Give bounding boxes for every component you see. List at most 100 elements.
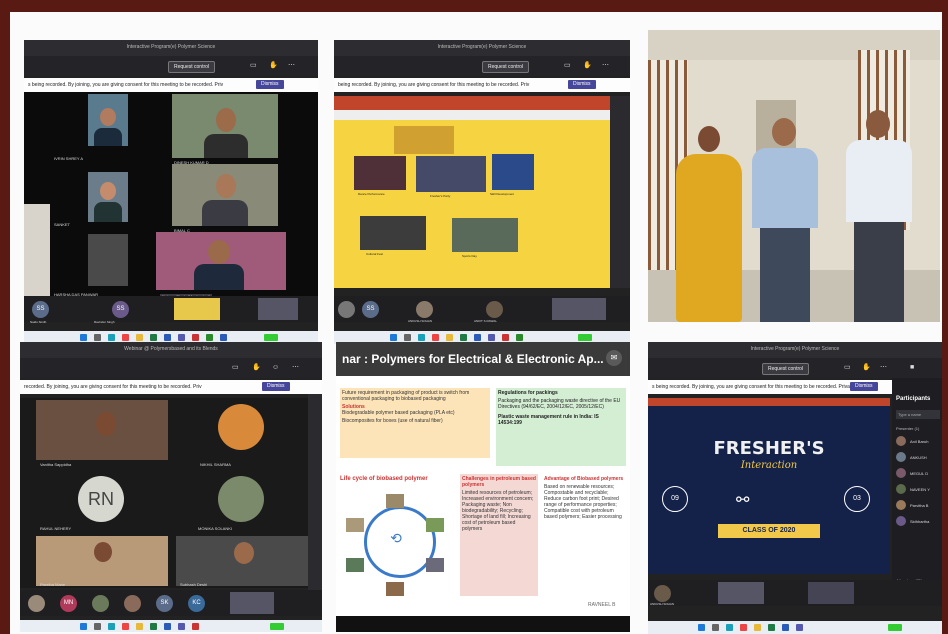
- edge-icon[interactable]: [418, 334, 425, 341]
- participant-name: ANKUSH SOHAN: [408, 319, 433, 323]
- window-title: Interactive Program(e) Polymer Science: [24, 40, 318, 56]
- trousers: [854, 222, 904, 322]
- avatar: SK: [156, 595, 173, 612]
- start-icon[interactable]: [80, 334, 87, 341]
- photo-caption: Sports Day: [462, 254, 477, 258]
- video-grid: Vanitha Sappidha NIKHIL SHARMA RN RAHUL …: [20, 398, 322, 588]
- folder-icon[interactable]: [446, 334, 453, 341]
- dismiss-button[interactable]: Dismiss: [850, 382, 878, 391]
- participant-list-name: Anil Baruh: [910, 439, 929, 444]
- edge-icon[interactable]: [108, 623, 115, 630]
- app-icon[interactable]: [220, 334, 227, 341]
- box-solutions: Future requirement in packaging of produ…: [340, 388, 490, 458]
- bottom-bar: [336, 616, 630, 632]
- video-strip: [610, 96, 630, 288]
- participant-name: NIKHIL SHARMA: [200, 462, 231, 467]
- teams-icon[interactable]: [178, 623, 185, 630]
- box-heading: Regulations for packings: [498, 390, 558, 396]
- folder-icon[interactable]: [136, 623, 143, 630]
- avatar: [896, 468, 906, 478]
- camera-icon[interactable]: ■: [910, 364, 916, 371]
- search-icon[interactable]: [712, 624, 719, 631]
- excel-icon[interactable]: [150, 334, 157, 341]
- raise-hand-icon[interactable]: ✋: [862, 364, 871, 371]
- slide-title-bar: nar : Polymers for Electrical & Electron…: [336, 342, 630, 376]
- word-icon[interactable]: [164, 334, 171, 341]
- participant-video: [24, 204, 50, 306]
- recording-banner: s being recorded. By joining, you are gi…: [648, 380, 892, 394]
- share-icon[interactable]: ▭: [844, 364, 851, 371]
- app-icon[interactable]: [192, 623, 199, 630]
- folder-icon[interactable]: [754, 624, 761, 631]
- cycle-node: [386, 582, 404, 596]
- participant-thumb: [230, 592, 274, 614]
- participant-search[interactable]: Type a name: [896, 410, 940, 419]
- teams-icon[interactable]: [178, 334, 185, 341]
- box-text: Biodegradable polymer based packaging (P…: [342, 410, 455, 416]
- participant-video: [172, 164, 278, 226]
- edge-icon[interactable]: [108, 334, 115, 341]
- chrome-icon[interactable]: [432, 334, 439, 341]
- excel-icon[interactable]: [768, 624, 775, 631]
- app-icon[interactable]: [516, 334, 523, 341]
- search-icon[interactable]: [404, 334, 411, 341]
- participant-avatar-photo: [218, 476, 264, 522]
- head: [866, 110, 890, 138]
- slide-footer: RAVNEEL B: [588, 602, 616, 608]
- participant-avatar-photo: [218, 404, 264, 450]
- teams-icon[interactable]: [488, 334, 495, 341]
- request-control-button[interactable]: Request control: [168, 61, 216, 73]
- folder-icon[interactable]: [136, 334, 143, 341]
- share-icon[interactable]: ▭: [564, 62, 571, 69]
- poster-subtitle: Interaction: [740, 460, 798, 471]
- recording-text: being recorded. By joining, you are givi…: [338, 82, 530, 88]
- participant-thumb: [258, 298, 298, 320]
- request-control-button[interactable]: Request control: [482, 61, 530, 73]
- start-icon[interactable]: [698, 624, 705, 631]
- more-icon[interactable]: ⋯: [292, 364, 299, 371]
- cycle-title: Life cycle of biobased polymer: [340, 476, 428, 482]
- raise-hand-icon[interactable]: ✋: [583, 62, 592, 69]
- raise-hand-icon[interactable]: ✋: [252, 364, 261, 371]
- dismiss-button[interactable]: Dismiss: [262, 382, 290, 391]
- chrome-icon[interactable]: [740, 624, 747, 631]
- teams-icon[interactable]: [796, 624, 803, 631]
- excel-icon[interactable]: [460, 334, 467, 341]
- react-icon[interactable]: ☺: [272, 364, 279, 371]
- chat-icon[interactable]: ✉: [606, 350, 622, 366]
- app-icon[interactable]: [502, 334, 509, 341]
- shirt: [752, 148, 818, 228]
- word-icon[interactable]: [474, 334, 481, 341]
- excel-icon[interactable]: [150, 623, 157, 630]
- share-icon[interactable]: ▭: [232, 364, 239, 371]
- chrome-icon[interactable]: [122, 623, 129, 630]
- share-icon[interactable]: ▭: [250, 62, 257, 69]
- poster-ribbon: [648, 398, 890, 406]
- start-icon[interactable]: [390, 334, 397, 341]
- side-panel: [308, 394, 322, 594]
- more-icon[interactable]: ⋯: [880, 364, 887, 371]
- start-icon[interactable]: [80, 623, 87, 630]
- box-text: Packaging and the packaging waste direct…: [498, 398, 621, 410]
- photo-caption: Fresher's Party: [430, 194, 451, 198]
- chrome-icon[interactable]: [122, 334, 129, 341]
- raise-hand-icon[interactable]: ✋: [269, 62, 278, 69]
- event-photo: [452, 218, 518, 252]
- search-icon[interactable]: [94, 623, 101, 630]
- word-icon[interactable]: [782, 624, 789, 631]
- app-icon[interactable]: [192, 334, 199, 341]
- dismiss-button[interactable]: Dismiss: [256, 80, 284, 89]
- participant-video: [156, 232, 286, 290]
- more-icon[interactable]: ⋯: [288, 62, 295, 69]
- dismiss-button[interactable]: Dismiss: [568, 80, 596, 89]
- search-icon[interactable]: [94, 334, 101, 341]
- participant-face: [208, 240, 230, 264]
- more-icon[interactable]: ⋯: [602, 62, 609, 69]
- participants-heading: Participants: [896, 396, 931, 402]
- edge-icon[interactable]: [726, 624, 733, 631]
- app-icon[interactable]: [206, 334, 213, 341]
- participant-video: [88, 172, 128, 222]
- word-icon[interactable]: [164, 623, 171, 630]
- participant-name: MONIKA SOLANKI: [198, 526, 233, 531]
- request-control-button[interactable]: Request control: [762, 363, 810, 375]
